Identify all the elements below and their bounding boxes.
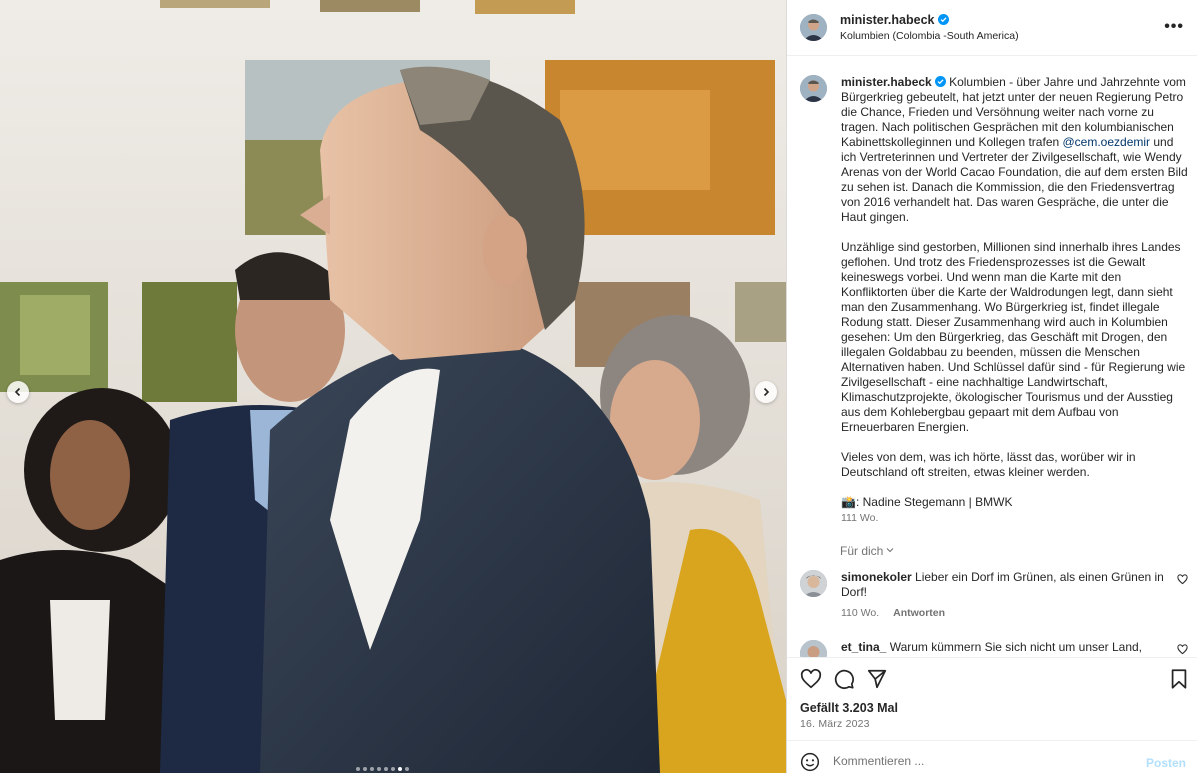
- chevron-down-icon: [886, 548, 894, 553]
- share-button[interactable]: [866, 668, 888, 690]
- post-location[interactable]: Kolumbien (Colombia -South America): [840, 30, 1019, 42]
- post-comment-button[interactable]: Posten: [1146, 756, 1186, 770]
- comment-author[interactable]: et_tina_: [841, 640, 886, 654]
- post-photo: [0, 0, 786, 773]
- avatar[interactable]: [800, 14, 827, 41]
- reply-button[interactable]: Antworten: [893, 607, 945, 619]
- avatar[interactable]: [800, 640, 827, 657]
- chevron-left-icon: [14, 387, 21, 397]
- caption-text: minister.habeck Kolumbien - über Jahre u…: [841, 75, 1189, 510]
- bookmark-icon: [1171, 669, 1187, 689]
- carousel-dot: [405, 767, 409, 771]
- verified-badge-icon: [934, 76, 946, 87]
- carousel-dot: [370, 767, 374, 771]
- share-icon: [867, 669, 887, 689]
- caption-body-2: und ich Vertreterinnen und Vertreter der…: [841, 135, 1188, 509]
- like-button[interactable]: [800, 668, 822, 690]
- verified-badge-icon: [937, 14, 949, 25]
- post-author[interactable]: minister.habeck: [840, 13, 949, 27]
- translation-toggle[interactable]: Für dich: [840, 544, 894, 558]
- avatar[interactable]: [800, 570, 827, 597]
- carousel-next-button[interactable]: [755, 381, 777, 403]
- carousel-dot: [356, 767, 360, 771]
- comment-text: simonekoler Lieber ein Dorf im Grünen, a…: [841, 570, 1164, 599]
- mention-link[interactable]: @cem.oezdemir: [1063, 135, 1151, 149]
- save-button[interactable]: [1168, 668, 1190, 690]
- heart-icon[interactable]: [1177, 644, 1188, 655]
- avatar[interactable]: [800, 75, 827, 102]
- comment-composer: Posten: [787, 740, 1197, 773]
- comment-meta: 110 Wo. Antworten: [841, 607, 945, 619]
- chevron-right-icon: [763, 387, 770, 397]
- like-count[interactable]: Gefällt 3.203 Mal: [800, 701, 898, 715]
- heart-icon: [800, 668, 822, 689]
- heart-icon[interactable]: [1177, 574, 1188, 585]
- carousel-dot: [377, 767, 381, 771]
- post-header: minister.habeck Kolumbien (Colombia -Sou…: [787, 0, 1197, 56]
- caption-timestamp[interactable]: 111 Wo.: [841, 512, 878, 524]
- post-media[interactable]: [0, 0, 786, 773]
- comments-scroll-area[interactable]: minister.habeck Kolumbien - über Jahre u…: [787, 57, 1197, 657]
- more-icon: •••: [1164, 18, 1184, 35]
- caption-author[interactable]: minister.habeck: [841, 75, 932, 89]
- comment-text: et_tina_ Warum kümmern Sie sich nicht um…: [841, 640, 1143, 654]
- emoji-icon[interactable]: [800, 752, 820, 772]
- comment-button[interactable]: [833, 668, 855, 690]
- comment-author[interactable]: simonekoler: [841, 570, 912, 584]
- carousel-dot: [391, 767, 395, 771]
- comment-icon: [834, 669, 854, 689]
- carousel-dot: [384, 767, 388, 771]
- carousel-indicator: [356, 767, 409, 771]
- post-detail-panel: minister.habeck Kolumbien (Colombia -Sou…: [786, 0, 1197, 773]
- carousel-dot: [363, 767, 367, 771]
- carousel-prev-button[interactable]: [7, 381, 29, 403]
- comment-timestamp[interactable]: 110 Wo.: [841, 607, 879, 619]
- post-actions-bar: [787, 657, 1197, 697]
- more-options-button[interactable]: •••: [1164, 18, 1184, 36]
- comment-input[interactable]: [833, 754, 1133, 768]
- carousel-dot: [398, 767, 402, 771]
- post-date: 16. März 2023: [800, 718, 870, 730]
